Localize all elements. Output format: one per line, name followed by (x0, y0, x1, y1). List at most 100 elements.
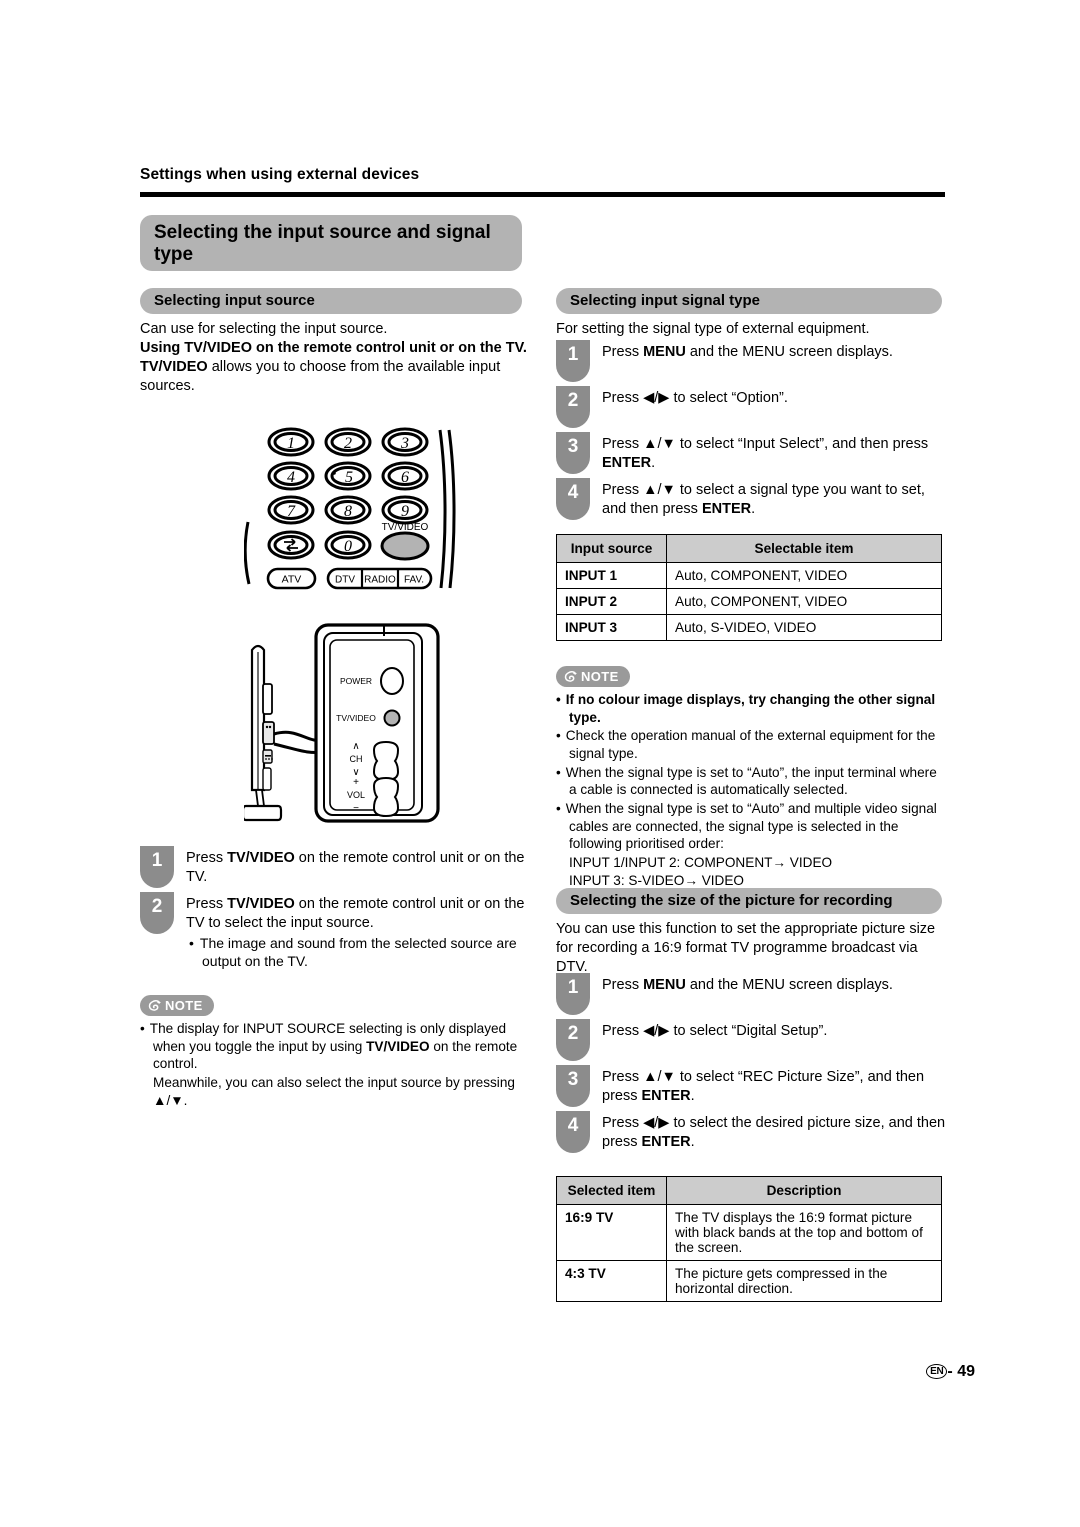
note-priority-line: INPUT 1/INPUT 2: COMPONENT→ VIDEO (569, 855, 833, 871)
remote-mode-atv: ATV (266, 567, 317, 590)
power-label: POWER (340, 676, 372, 686)
intro-text-rec-size: You can use this function to set the app… (556, 921, 936, 975)
emphasis: TV/VIDEO (366, 1038, 430, 1054)
section-heading-input-source: Selecting input source (140, 288, 522, 314)
emphasis: ENTER (602, 454, 652, 471)
svg-text:1: 1 (287, 435, 295, 452)
step-row: 3 Press ▲/▼ to select “Input Select”, and… (556, 432, 946, 474)
note-pen-icon (148, 1000, 161, 1011)
col-input-source: Input source (556, 534, 667, 563)
note-pen-icon (564, 671, 577, 682)
svg-text:7: 7 (287, 503, 296, 520)
step-number-badge: 3 (556, 432, 590, 474)
step-text: Press ▲/▼ to select “REC Picture Size”, … (602, 1069, 925, 1104)
section-heading-signal-type: Selecting input signal type (556, 288, 942, 314)
section-heading-rec-size: Selecting the size of the picture for re… (556, 888, 942, 914)
table-row: INPUT 2 Auto, COMPONENT, VIDEO (556, 588, 942, 615)
table-header-row: Selected item Description (556, 1176, 942, 1205)
step-row: 1 Press TV/VIDEO on the remote control un… (140, 846, 540, 888)
step-number-badge: 1 (556, 973, 590, 1015)
step-number-badge: 2 (140, 892, 174, 934)
footer-separator: - (947, 1363, 953, 1380)
emphasis: TV/VIDEO (227, 896, 295, 912)
note-block-input-source: NOTE The display for INPUT SOURCE select… (140, 995, 535, 1109)
note-block-signal-type: NOTE If no colour image displays, try ch… (556, 666, 946, 889)
step-text: Press MENU and the MENU screen displays. (602, 977, 893, 993)
note-badge: NOTE (556, 666, 630, 687)
step-row: 1 Press MENU and the MENU screen displays… (556, 973, 946, 1015)
ch-label: CH (350, 754, 363, 764)
note-label: NOTE (581, 669, 619, 684)
intro-text-signal-type: For setting the signal type of external … (556, 321, 870, 337)
emphasis: ENTER (701, 500, 752, 517)
table-row: INPUT 3 Auto, S-VIDEO, VIDEO (556, 614, 942, 641)
steps-signal-type: 1 Press MENU and the MENU screen displays… (556, 340, 946, 524)
note-continuation: Meanwhile, you can also select the input… (153, 1075, 515, 1108)
step-number-badge: 3 (556, 1065, 590, 1107)
tvvideo-panel-label: TV/VIDEO (336, 713, 376, 723)
col-selected-item: Selected item (556, 1176, 667, 1205)
intro-line-3: TV/VIDEO allows you to choose from the a… (140, 358, 532, 396)
step-row: 4 Press ◀/▶ to select the desired picture… (556, 1111, 946, 1153)
note-bullet: If no colour image displays, try changin… (556, 691, 946, 726)
step-text: Press TV/VIDEO on the remote control uni… (186, 892, 540, 971)
table-cell-key: INPUT 2 (556, 588, 667, 615)
note-badge: NOTE (140, 995, 214, 1016)
svg-text:4: 4 (287, 469, 295, 486)
svg-text:3: 3 (400, 435, 409, 452)
table-header-row: Input source Selectable item (556, 534, 942, 563)
note-label: NOTE (165, 998, 203, 1013)
table-row: INPUT 1 Auto, COMPONENT, VIDEO (556, 562, 942, 589)
tvvideo-button (383, 709, 401, 727)
step-text: Press ◀/▶ to select “Digital Setup”. (602, 1023, 828, 1039)
table-cell-value: The TV displays the 16:9 format picture … (666, 1204, 942, 1261)
vol-down-label: − (353, 803, 359, 814)
intro-text-input-source: Can use for selecting the input source. … (140, 320, 532, 395)
svg-text:2: 2 (344, 435, 352, 452)
step-number-badge: 1 (556, 340, 590, 382)
emphasis: TV/VIDEO (227, 850, 295, 866)
step-row: 3 Press ▲/▼ to select “REC Picture Size”,… (556, 1065, 946, 1107)
table-cell-key: 16:9 TV (556, 1204, 667, 1261)
svg-text:0: 0 (344, 538, 352, 555)
svg-text:8: 8 (344, 503, 352, 520)
step-number-badge: 4 (556, 478, 590, 520)
remote-mode-dtv-radio-fav: DTV RADIO FAV. (326, 567, 433, 590)
input-source-table: Input source Selectable item INPUT 1 Auto… (556, 534, 942, 641)
vol-up-label: + (353, 777, 359, 788)
table-cell-value: Auto, S-VIDEO, VIDEO (666, 614, 942, 641)
svg-text:FAV.: FAV. (404, 575, 424, 586)
emphasis: MENU (643, 977, 686, 993)
ch-up-arrow: ∧ (352, 741, 359, 752)
step-row: 2 Press TV/VIDEO on the remote control un… (140, 892, 540, 971)
note-bullet: Check the operation manual of the extern… (556, 727, 946, 762)
language-mark: EN (926, 1364, 948, 1379)
table-cell-key: INPUT 1 (556, 562, 667, 589)
table-cell-value: Auto, COMPONENT, VIDEO (666, 588, 942, 615)
vol-label: VOL (347, 790, 365, 800)
table-cell-key: INPUT 3 (556, 614, 667, 641)
table-row: 4:3 TV The picture gets compressed in the… (556, 1260, 942, 1302)
step-row: 2 Press ◀/▶ to select “Option”. (556, 386, 946, 428)
power-button (380, 667, 404, 695)
page-title: Selecting the input source and signal ty… (140, 215, 522, 271)
tvvideo-key-label: TV/VIDEO (382, 522, 429, 533)
intro-line-2: Using TV/VIDEO on the remote control uni… (140, 339, 527, 356)
col-description: Description (666, 1176, 942, 1205)
running-head: Settings when using external devices (140, 166, 420, 183)
note-bullet: The display for INPUT SOURCE selecting i… (140, 1020, 535, 1073)
step-text: Press MENU and the MENU screen displays. (602, 344, 893, 360)
step-row: 4 Press ▲/▼ to select a signal type you w… (556, 478, 946, 520)
step-row: 2 Press ◀/▶ to select “Digital Setup”. (556, 1019, 946, 1061)
table-cell-key: 4:3 TV (556, 1260, 667, 1302)
steps-rec-size: 1 Press MENU and the MENU screen displays… (556, 973, 946, 1157)
table-row: 16:9 TV The TV displays the 16:9 format p… (556, 1204, 942, 1261)
note-bullet: When the signal type is set to “Auto” an… (556, 800, 946, 853)
tvvideo-bold: TV/VIDEO (140, 358, 208, 375)
step-number-badge: 2 (556, 1019, 590, 1061)
remote-key-flashback (267, 530, 315, 560)
step-text: Press ◀/▶ to select the desired picture … (602, 1115, 946, 1150)
step-row: 1 Press MENU and the MENU screen displays… (556, 340, 946, 382)
intro-line-1: Can use for selecting the input source. (140, 321, 388, 337)
step-number-badge: 2 (556, 386, 590, 428)
